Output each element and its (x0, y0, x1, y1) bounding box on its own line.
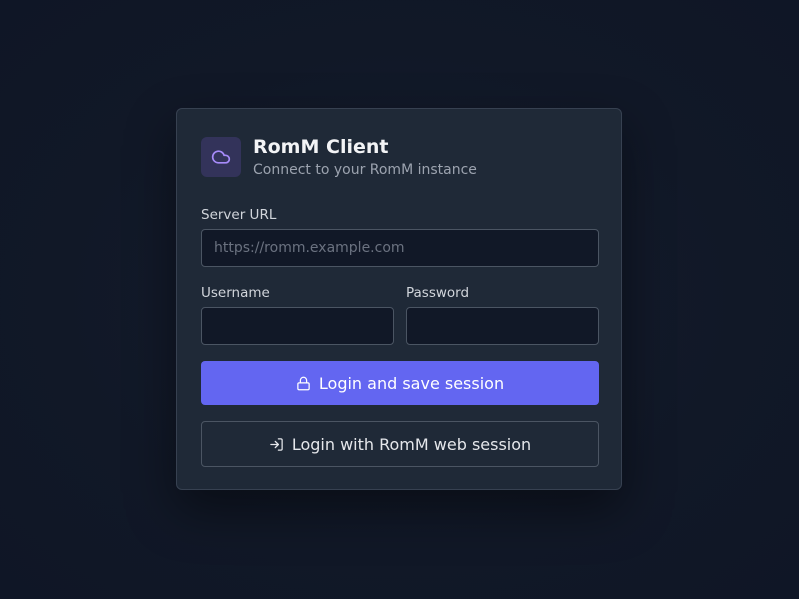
login-save-session-label: Login and save session (318, 373, 505, 393)
background: RomM Client Connect to your RomM instanc… (0, 0, 799, 599)
username-label: Username (201, 285, 270, 301)
username-input[interactable] (201, 307, 394, 345)
header-titles: RomM Client Connect to your RomM instanc… (253, 136, 477, 179)
login-web-session-label: Login with RomM web session (291, 434, 532, 454)
lock-icon (296, 376, 311, 391)
password-input[interactable] (406, 307, 599, 345)
password-label: Password (406, 285, 470, 301)
login-card: RomM Client Connect to your RomM instanc… (176, 108, 622, 490)
cloud-icon (211, 150, 231, 164)
server-url-label: Server URL (201, 207, 277, 223)
login-web-session-button[interactable]: Login with RomM web session (201, 421, 599, 467)
app-subtitle: Connect to your RomM instance (253, 162, 477, 178)
log-in-icon (269, 437, 284, 452)
app-title: RomM Client (253, 136, 389, 158)
server-url-input[interactable] (201, 229, 599, 267)
login-save-session-button[interactable]: Login and save session (201, 361, 599, 405)
app-logo (201, 137, 241, 177)
card-header: RomM Client Connect to your RomM instanc… (201, 136, 477, 179)
